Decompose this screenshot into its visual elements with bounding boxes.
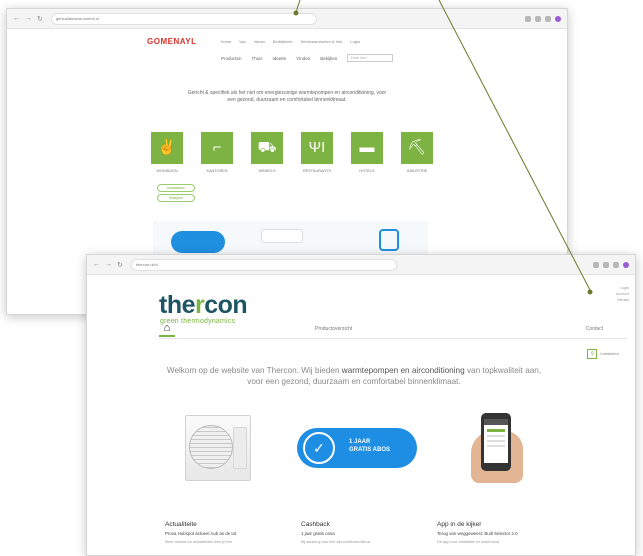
pointer-line	[295, 0, 301, 13]
pointer-dot	[587, 289, 593, 295]
pointer-dot	[293, 10, 299, 16]
pointer-lines	[293, 0, 593, 295]
pointer-line	[438, 0, 591, 291]
